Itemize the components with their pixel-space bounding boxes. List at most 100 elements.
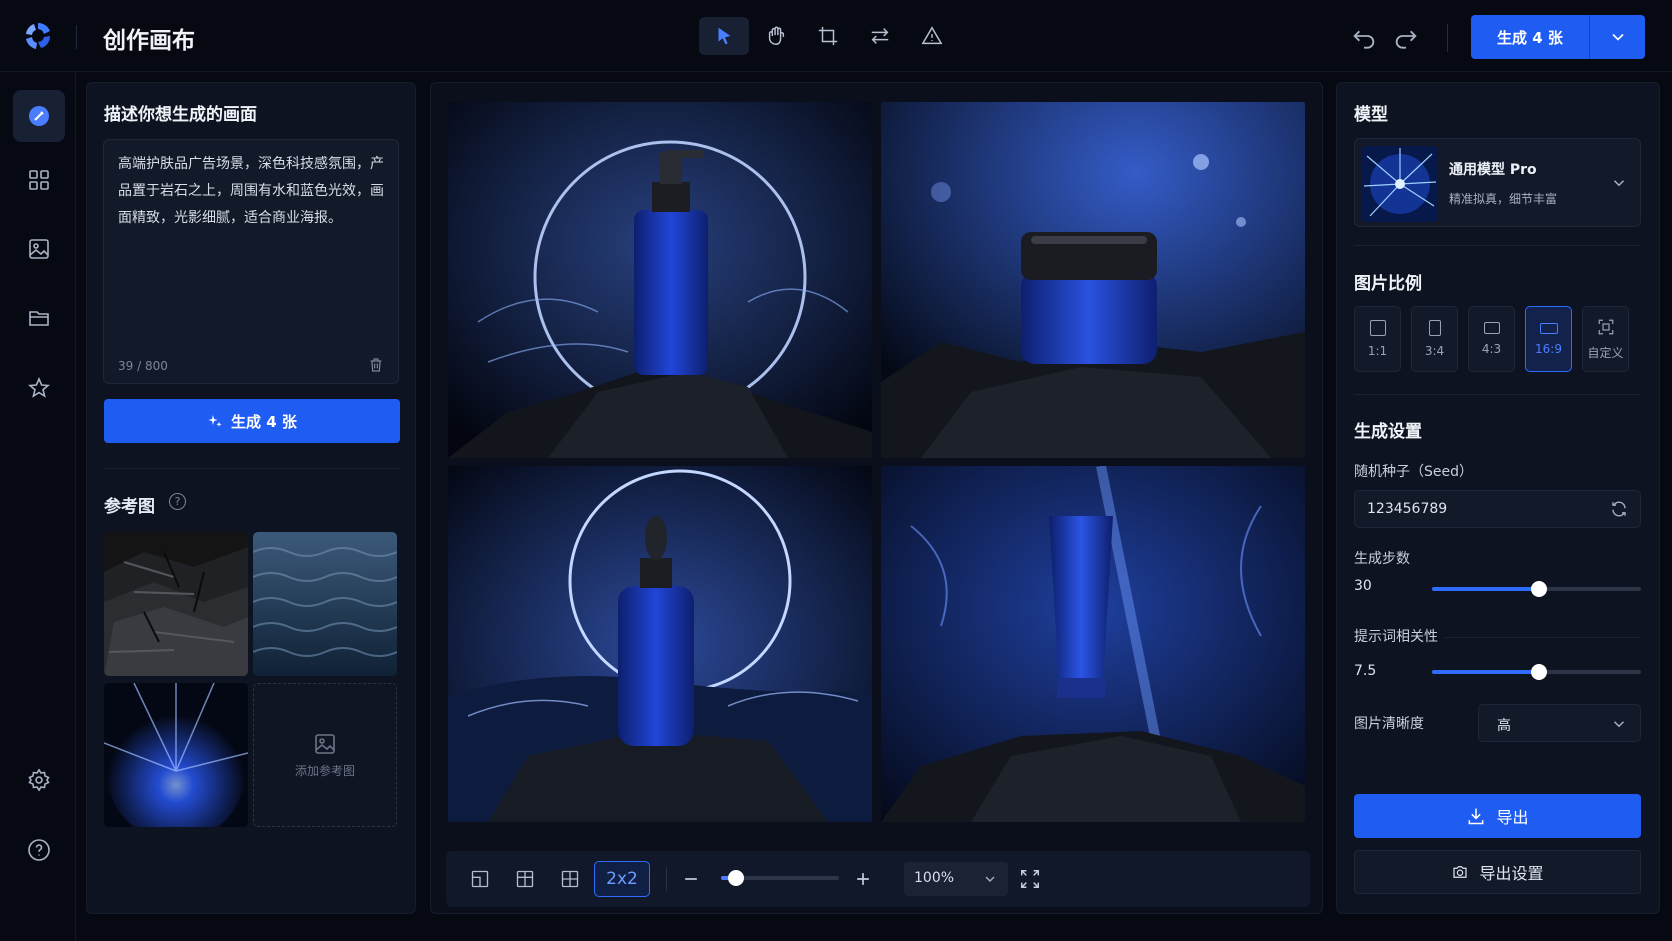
layout-split-icon: [516, 870, 534, 888]
model-select[interactable]: 通用模型 Pro 精准拟真，细节丰富: [1354, 138, 1641, 227]
zoom-value: 100%: [914, 870, 955, 886]
custom-ratio-icon: [1598, 319, 1613, 334]
nav-projects[interactable]: [13, 292, 65, 344]
prompt-panel: 描述你想生成的画面 高端护肤品广告场景，深色科技感氛围，产品置于岩石之上，周围有…: [86, 82, 416, 914]
add-reference-button[interactable]: 添加参考图: [253, 683, 397, 827]
nav-favorites[interactable]: [13, 362, 65, 414]
cfg-label: 提示词相关性: [1354, 626, 1444, 646]
star-icon: [27, 376, 51, 398]
reference-image-light[interactable]: [104, 683, 248, 827]
export-settings-button[interactable]: 导出设置: [1354, 850, 1641, 894]
layout-grid-icon: [561, 870, 579, 888]
ratio-label: 1:1: [1367, 344, 1388, 358]
model-description: 精准拟真，细节丰富: [1449, 192, 1558, 206]
undo-icon[interactable]: [1350, 22, 1378, 50]
steps-value: 30: [1354, 578, 1372, 594]
hand-tool-button[interactable]: [751, 17, 801, 55]
ratio-label: 自定义: [1587, 345, 1624, 360]
layout-split-button[interactable]: [507, 861, 543, 897]
export-settings-label: 导出设置: [1479, 864, 1544, 883]
section-divider: [1354, 245, 1641, 246]
camera-icon: [1453, 866, 1468, 878]
ratio-square-icon: [1369, 320, 1386, 336]
seed-input[interactable]: 123456789: [1354, 490, 1641, 528]
generate-top-button[interactable]: 生成 4 张: [1471, 15, 1645, 59]
page-title: 创作画布: [103, 28, 195, 54]
zoom-out-icon[interactable]: [681, 869, 701, 889]
section-divider: [103, 468, 399, 469]
cfg-slider[interactable]: [1432, 664, 1641, 680]
trash-icon[interactable]: [368, 357, 384, 373]
canvas-panel: 2x2 100%: [430, 82, 1323, 914]
sparkle-icon: [208, 415, 222, 427]
download-icon: [1469, 808, 1484, 825]
redo-icon[interactable]: [1392, 22, 1420, 50]
layout-grid-button[interactable]: [552, 861, 588, 897]
app-logo-icon: [26, 23, 51, 49]
help-icon[interactable]: ?: [169, 493, 186, 510]
add-image-icon: [315, 733, 335, 754]
quality-value: 高: [1497, 718, 1511, 734]
canvas-bottom-bar: 2x2 100%: [446, 851, 1310, 907]
ratio-option-custom[interactable]: 自定义: [1582, 306, 1629, 372]
history-controls: [1350, 22, 1420, 50]
cfg-slider-handle[interactable]: [1530, 664, 1547, 680]
nav-help[interactable]: [13, 824, 65, 876]
select-tool-button[interactable]: [699, 17, 749, 55]
swap-tool-button[interactable]: [855, 17, 905, 55]
layout-single-button[interactable]: [462, 861, 498, 897]
settings-section-title: 生成设置: [1354, 422, 1422, 442]
top-bar: 创作画布 生成 4 张: [0, 0, 1672, 72]
ratio-option-16-9[interactable]: 16:9: [1525, 306, 1572, 372]
reference-image-water[interactable]: [253, 532, 397, 676]
warning-tool-button[interactable]: [907, 17, 957, 55]
model-section-title: 模型: [1354, 105, 1388, 125]
chevron-down-icon[interactable]: [1590, 27, 1645, 47]
steps-slider-handle[interactable]: [1530, 581, 1547, 597]
zoom-in-icon[interactable]: [853, 869, 873, 889]
toolbar-divider: [1447, 24, 1448, 52]
zoom-slider[interactable]: [721, 870, 839, 886]
steps-slider[interactable]: [1432, 581, 1641, 597]
nav-images[interactable]: [13, 223, 65, 275]
quality-select[interactable]: 高: [1478, 704, 1641, 742]
refresh-icon[interactable]: [1610, 500, 1628, 518]
help-icon: [28, 839, 50, 861]
prompt-textarea[interactable]: 高端护肤品广告场景，深色科技感氛围，产品置于岩石之上，周围有水和蓝色光效，画面精…: [103, 139, 399, 384]
chevron-down-icon: [1613, 721, 1625, 728]
prompt-text[interactable]: 高端护肤品广告场景，深色科技感氛围，产品置于岩石之上，周围有水和蓝色光效，画面精…: [118, 151, 384, 232]
app-window: 创作画布 生成 4 张 描述你想生成的画面 高端护肤品广告场景，深色科技感氛围，…: [0, 0, 1672, 941]
nav-create[interactable]: [13, 90, 65, 142]
ratio-option-1-1[interactable]: 1:1: [1354, 306, 1401, 372]
generated-image-2[interactable]: [881, 102, 1305, 458]
reference-image-rock[interactable]: [104, 532, 248, 676]
nav-templates[interactable]: [13, 154, 65, 206]
generated-image-1[interactable]: [448, 102, 872, 458]
ratio-wide-icon: [1539, 322, 1558, 334]
brush-icon: [29, 106, 49, 126]
nav-settings[interactable]: [13, 754, 65, 806]
generated-image-3[interactable]: [448, 466, 872, 822]
bar-divider: [666, 867, 667, 891]
seed-value[interactable]: 123456789: [1367, 501, 1447, 517]
ratio-portrait-icon: [1428, 320, 1441, 336]
export-button[interactable]: 导出: [1354, 794, 1641, 838]
generated-image-4[interactable]: [881, 466, 1305, 822]
zoom-select[interactable]: 100%: [904, 862, 1008, 896]
ratio-label: 4:3: [1481, 342, 1502, 356]
generate-button[interactable]: 生成 4 张: [104, 399, 400, 443]
model-thumbnail: [1362, 146, 1438, 222]
zoom-slider-handle[interactable]: [728, 870, 745, 886]
quality-label: 图片清晰度: [1354, 716, 1424, 732]
generate-top-label: 生成 4 张: [1497, 28, 1563, 47]
image-icon: [29, 239, 49, 259]
crop-tool-button[interactable]: [803, 17, 853, 55]
title-divider: [76, 25, 77, 49]
ratio-option-3-4[interactable]: 3:4: [1411, 306, 1458, 372]
fullscreen-icon[interactable]: [1019, 868, 1041, 890]
ratio-option-4-3[interactable]: 4:3: [1468, 306, 1515, 372]
layout-2x2-button[interactable]: 2x2: [594, 861, 650, 897]
char-counter: 39 / 800: [118, 359, 168, 373]
generate-button-label: 生成 4 张: [231, 412, 297, 431]
layout-single-icon: [471, 870, 489, 888]
